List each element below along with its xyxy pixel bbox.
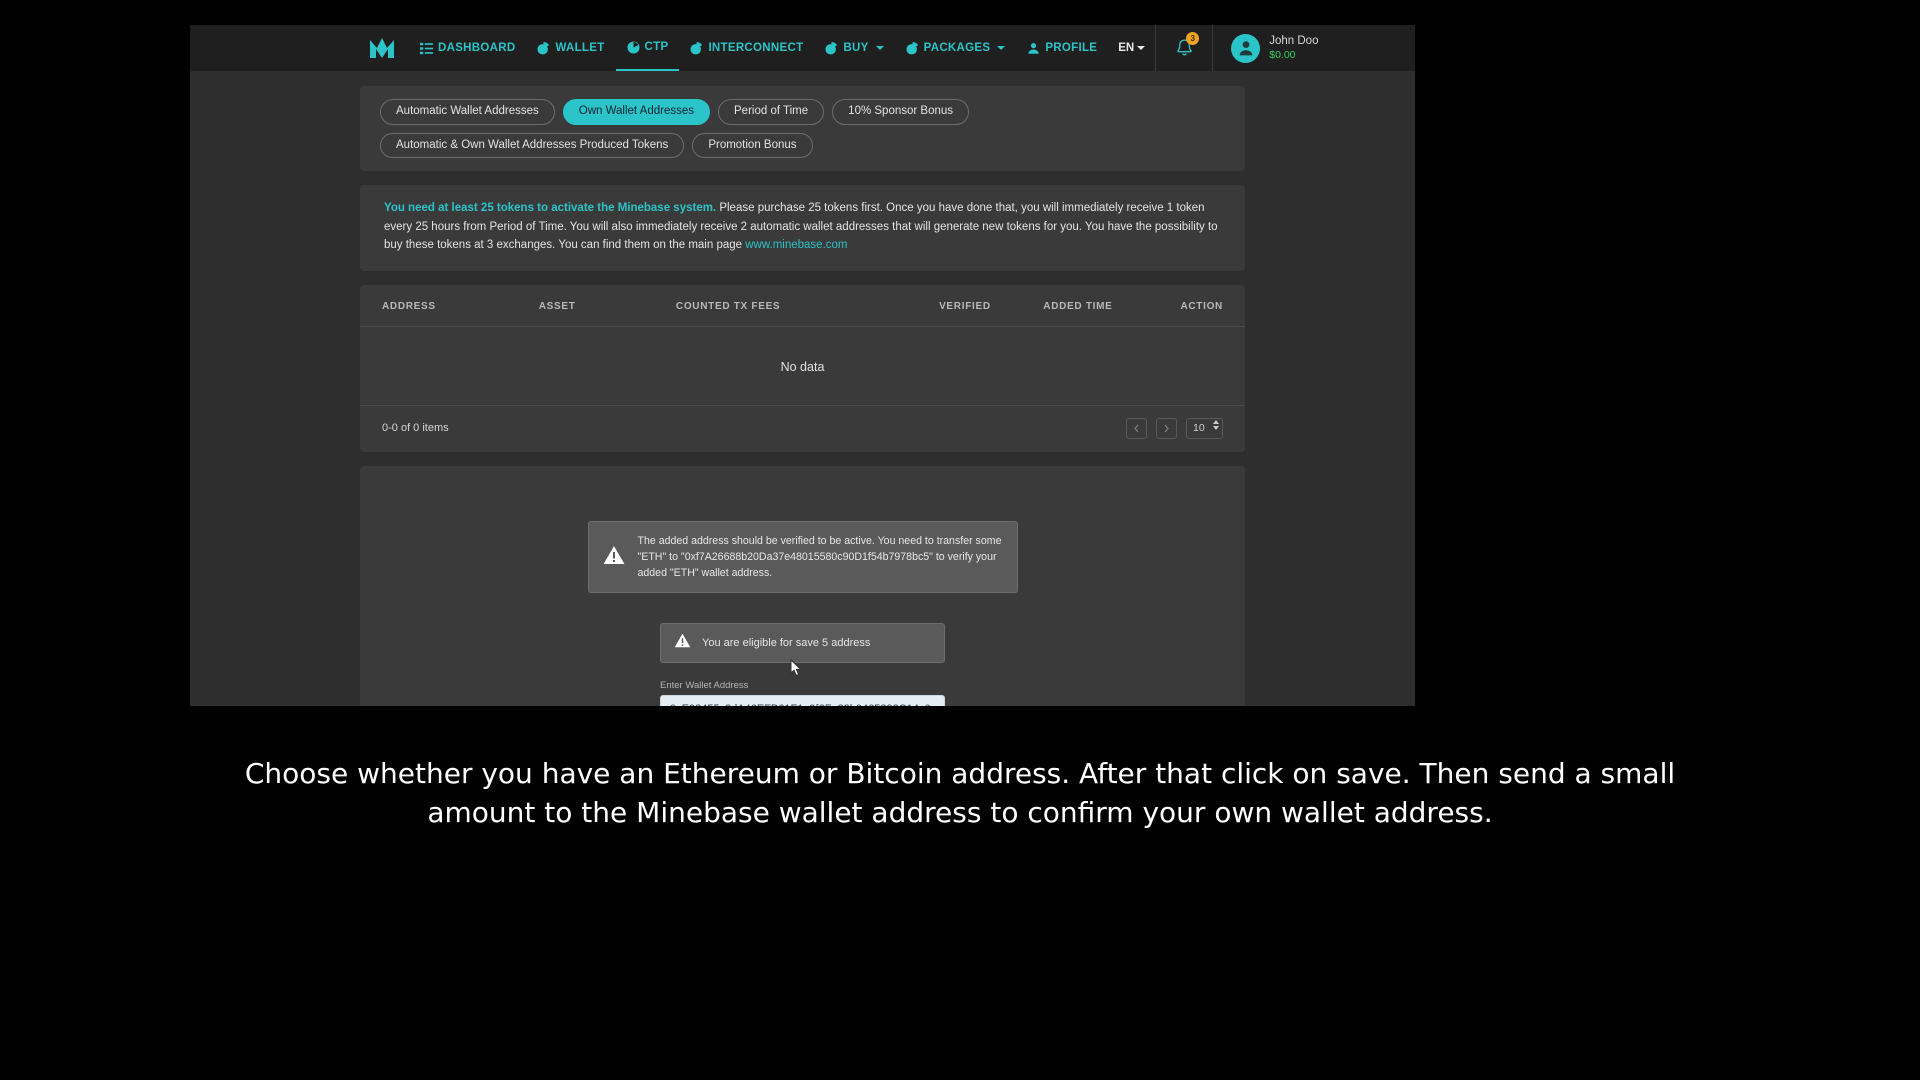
nav-links: DASHBOARD WALLET CTP INTERCONNECT BUY PA… (355, 25, 1334, 71)
column-header-added-time: ADDED TIME (1043, 300, 1113, 312)
stepper-arrows[interactable] (1213, 419, 1219, 430)
wallet-address-label: Enter Wallet Address (660, 680, 749, 692)
tab-period-of-time[interactable]: Period of Time (718, 99, 825, 125)
pie-icon (627, 40, 640, 54)
nav-item-label: CTP (644, 41, 669, 53)
stepper-up-icon[interactable] (1213, 419, 1219, 424)
top-navbar: DASHBOARD WALLET CTP INTERCONNECT BUY PA… (190, 25, 1415, 71)
chevron-left-icon (1134, 424, 1139, 433)
app-window: DASHBOARD WALLET CTP INTERCONNECT BUY PA… (190, 25, 1415, 706)
column-header-action: ACTION (1180, 300, 1223, 312)
tab-automatic-wallet-addresses[interactable]: Automatic Wallet Addresses (380, 99, 555, 125)
addresses-table: ADDRESS ASSET COUNTED TX FEES VERIFIED A… (360, 284, 1245, 452)
table-header-row: ADDRESS ASSET COUNTED TX FEES VERIFIED A… (360, 285, 1245, 327)
minebase-link[interactable]: www.minebase.com (745, 239, 847, 251)
pie-icon (537, 41, 550, 55)
nav-item-buy[interactable]: BUY (814, 25, 894, 71)
nav-item-label: BUY (843, 42, 869, 54)
nav-item-interconnect[interactable]: INTERCONNECT (679, 25, 814, 71)
nav-item-profile[interactable]: PROFILE (1016, 25, 1108, 71)
person-icon (1027, 42, 1040, 55)
screen: DASHBOARD WALLET CTP INTERCONNECT BUY PA… (0, 0, 1920, 1080)
nav-item-ctp[interactable]: CTP (615, 25, 680, 71)
items-count-label: 0-0 of 0 items (382, 422, 449, 435)
chevron-down-icon (997, 46, 1006, 50)
column-header-verified: VERIFIED (939, 300, 991, 312)
table-footer: 0-0 of 0 items 10 (360, 406, 1245, 452)
pie-icon (690, 41, 703, 55)
tab-sponsor-bonus[interactable]: 10% Sponsor Bonus (832, 99, 970, 125)
pie-icon (906, 41, 919, 55)
list-icon (420, 42, 433, 55)
tab-own-wallet-addresses[interactable]: Own Wallet Addresses (562, 99, 711, 125)
pagination: 10 (1126, 417, 1223, 439)
language-label: EN (1118, 42, 1135, 54)
column-header-counted-tx-fees: COUNTED TX FEES (675, 300, 781, 312)
prev-page-button[interactable] (1126, 417, 1147, 439)
notice-lead: You need at least 25 tokens to activate … (384, 202, 717, 214)
brand-logo[interactable] (355, 25, 409, 71)
page-content: Automatic Wallet Addresses Own Wallet Ad… (190, 71, 1415, 706)
nav-item-label: PACKAGES (923, 42, 991, 54)
tab-produced-tokens[interactable]: Automatic & Own Wallet Addresses Produce… (380, 132, 685, 158)
mouse-cursor-icon (790, 658, 802, 677)
user-name: John Doo (1269, 35, 1319, 48)
page-size-stepper[interactable]: 10 (1186, 417, 1223, 439)
wallet-address-input[interactable]: 0xE98455c8dA46EFB61F1a9f6Fe82b0465393C14… (660, 695, 945, 706)
caption-text: Choose whether you have an Ethereum or B… (244, 757, 1676, 829)
user-menu[interactable]: John Doo $0.00 (1213, 25, 1334, 71)
verify-alert-text: The added address should be verified to … (637, 534, 1002, 580)
info-notice: You need at least 25 tokens to activate … (360, 185, 1245, 271)
chevron-down-icon (875, 46, 884, 50)
pie-icon (825, 41, 838, 55)
tab-promotion-bonus[interactable]: Promotion Bonus (692, 132, 813, 158)
person-icon (1239, 41, 1253, 56)
nav-item-label: WALLET (555, 42, 605, 54)
nav-item-packages[interactable]: PACKAGES (895, 25, 1017, 71)
warning-icon (603, 545, 625, 570)
nav-item-label: INTERCONNECT (708, 42, 804, 54)
avatar (1231, 33, 1261, 63)
chevron-down-icon (1137, 46, 1146, 50)
next-page-button[interactable] (1156, 417, 1177, 439)
wallet-address-field-group: Enter Wallet Address 0xE98455c8dA46EFB61… (660, 680, 945, 706)
page-size-value: 10 (1193, 422, 1205, 435)
user-info: John Doo $0.00 (1269, 34, 1318, 62)
nav-item-label: PROFILE (1045, 42, 1098, 54)
language-selector[interactable]: EN (1108, 42, 1155, 54)
eligible-alert-text: You are eligible for save 5 address (702, 637, 871, 650)
warning-icon (674, 633, 691, 653)
nav-item-label: DASHBOARD (438, 42, 516, 54)
notice-text: You need at least 25 tokens to activate … (384, 199, 1221, 255)
tabs-bar: Automatic Wallet Addresses Own Wallet Ad… (360, 86, 1245, 171)
minebase-logo-icon (370, 38, 394, 58)
table-empty-state: No data (360, 327, 1245, 406)
nav-item-dashboard[interactable]: DASHBOARD (409, 25, 526, 71)
column-header-address: ADDRESS (382, 300, 436, 312)
notification-badge: 3 (1186, 32, 1200, 45)
column-header-asset: ASSET (538, 300, 576, 312)
chevron-right-icon (1164, 424, 1169, 433)
user-balance: $0.00 (1269, 48, 1296, 61)
notifications-button[interactable]: 3 (1156, 25, 1212, 71)
stepper-down-icon[interactable] (1213, 425, 1219, 430)
nav-item-wallet[interactable]: WALLET (526, 25, 615, 71)
verify-alert: The added address should be verified to … (587, 520, 1018, 594)
